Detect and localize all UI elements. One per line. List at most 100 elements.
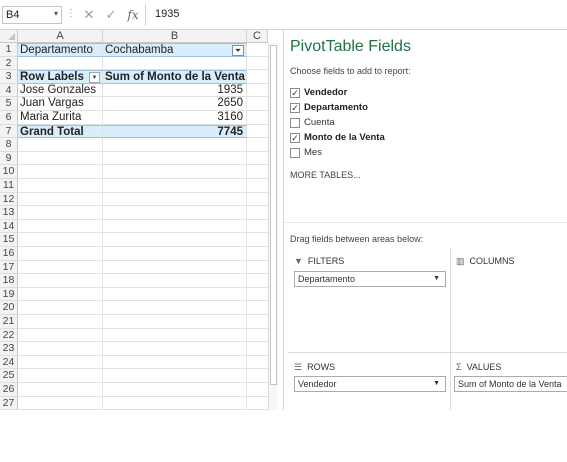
row-header[interactable]: 17 xyxy=(0,260,18,275)
more-tables-link[interactable]: MORE TABLES... xyxy=(290,170,361,180)
chevron-down-icon[interactable]: ▼ xyxy=(433,377,440,391)
chevron-down-icon[interactable]: ▾ xyxy=(54,9,58,18)
cancel-icon[interactable]: ✕ xyxy=(80,6,98,24)
row-header[interactable]: 10 xyxy=(0,165,18,179)
cell-c12[interactable] xyxy=(247,192,270,207)
cell-a26[interactable] xyxy=(18,383,103,397)
row-header[interactable]: 8 xyxy=(0,138,18,152)
filter-icon[interactable]: ⏷ xyxy=(232,45,244,56)
cell-b21[interactable] xyxy=(103,315,247,329)
row-header[interactable]: 26 xyxy=(0,383,18,397)
cell-a25[interactable] xyxy=(18,369,103,383)
cell-c1[interactable] xyxy=(247,43,270,57)
checkbox[interactable]: ✓ xyxy=(290,133,300,143)
column-header-c[interactable]: C xyxy=(247,30,268,43)
column-header-a[interactable]: A xyxy=(18,30,103,43)
cell-b23[interactable] xyxy=(103,342,247,356)
cell-b15[interactable] xyxy=(103,233,247,247)
row-header[interactable]: 5 xyxy=(0,97,18,111)
row-header[interactable]: 7 xyxy=(0,124,18,139)
scrollbar-thumb[interactable] xyxy=(270,45,277,385)
cell-a18[interactable] xyxy=(18,274,103,288)
row-header[interactable]: 4 xyxy=(0,83,18,98)
checkbox[interactable] xyxy=(290,118,300,128)
row-header[interactable]: 14 xyxy=(0,219,18,234)
row-header[interactable]: 3 xyxy=(0,70,18,84)
cell-c17[interactable] xyxy=(247,260,270,275)
filters-chip-departamento[interactable]: Departamento ▼ xyxy=(294,271,446,287)
cell-a19[interactable] xyxy=(18,287,103,302)
cell-b16[interactable] xyxy=(103,247,247,261)
checkbox[interactable]: ✓ xyxy=(290,103,300,113)
cell-b19[interactable] xyxy=(103,287,247,302)
insert-function-icon[interactable]: fx xyxy=(124,6,142,24)
cell-c9[interactable] xyxy=(247,151,270,166)
cell-b1[interactable]: Cochabamba ⏷ xyxy=(103,43,247,57)
cell-b18[interactable] xyxy=(103,274,247,288)
cell-b4[interactable]: 1935 xyxy=(103,83,247,98)
row-header[interactable]: 21 xyxy=(0,315,18,329)
cell-a22[interactable] xyxy=(18,328,103,343)
cell-a15[interactable] xyxy=(18,233,103,247)
cell-b6[interactable]: 3160 xyxy=(103,111,247,125)
cell-a12[interactable] xyxy=(18,192,103,207)
values-chip-sum-of-monto[interactable]: Sum of Monto de la Venta xyxy=(454,376,567,392)
cell-c27[interactable] xyxy=(247,396,270,410)
cell-c15[interactable] xyxy=(247,233,270,247)
cell-a17[interactable] xyxy=(18,260,103,275)
row-header[interactable]: 22 xyxy=(0,328,18,343)
cell-c4[interactable] xyxy=(247,83,270,98)
cell-c24[interactable] xyxy=(247,355,270,370)
cell-b12[interactable] xyxy=(103,192,247,207)
name-box[interactable]: B4 ▾ xyxy=(2,6,62,24)
cell-a13[interactable] xyxy=(18,206,103,220)
row-header[interactable]: 1 xyxy=(0,43,18,57)
cell-a21[interactable] xyxy=(18,315,103,329)
row-header[interactable]: 25 xyxy=(0,369,18,383)
cell-b22[interactable] xyxy=(103,328,247,343)
cell-a1[interactable]: Departamento xyxy=(18,43,103,57)
cell-b3[interactable]: Sum of Monto de la Venta xyxy=(103,70,247,84)
grip-icon[interactable]: ⋮ xyxy=(66,8,76,19)
cell-c13[interactable] xyxy=(247,206,270,220)
cell-b20[interactable] xyxy=(103,301,247,315)
cell-c5[interactable] xyxy=(247,97,270,111)
cell-c22[interactable] xyxy=(247,328,270,343)
cell-c18[interactable] xyxy=(247,274,270,288)
cell-b7[interactable]: 7745 xyxy=(103,124,247,139)
chevron-down-icon[interactable]: ▼ xyxy=(89,72,100,83)
worksheet-grid[interactable]: A B C 1 Departamento Cochabamba ⏷ 2 3 Row Labe… xyxy=(0,30,278,410)
enter-icon[interactable]: ✓ xyxy=(102,6,120,24)
cell-a20[interactable] xyxy=(18,301,103,315)
cell-a9[interactable] xyxy=(18,151,103,166)
cell-b14[interactable] xyxy=(103,219,247,234)
cell-a2[interactable] xyxy=(18,56,103,71)
cell-b10[interactable] xyxy=(103,165,247,179)
cell-c26[interactable] xyxy=(247,383,270,397)
row-header[interactable]: 27 xyxy=(0,396,18,410)
cell-b11[interactable] xyxy=(103,179,247,193)
checkbox[interactable] xyxy=(290,148,300,158)
cell-a14[interactable] xyxy=(18,219,103,234)
cell-b9[interactable] xyxy=(103,151,247,166)
cell-a24[interactable] xyxy=(18,355,103,370)
row-header[interactable]: 6 xyxy=(0,111,18,125)
cell-c7[interactable] xyxy=(247,124,270,139)
row-header[interactable]: 2 xyxy=(0,56,18,71)
cell-b24[interactable] xyxy=(103,355,247,370)
cell-b25[interactable] xyxy=(103,369,247,383)
row-header[interactable]: 13 xyxy=(0,206,18,220)
cell-a11[interactable] xyxy=(18,179,103,193)
cell-c21[interactable] xyxy=(247,315,270,329)
cell-a23[interactable] xyxy=(18,342,103,356)
column-header-b[interactable]: B xyxy=(103,30,247,43)
row-header[interactable]: 19 xyxy=(0,287,18,302)
row-header[interactable]: 16 xyxy=(0,247,18,261)
cell-b5[interactable]: 2650 xyxy=(103,97,247,111)
cell-c19[interactable] xyxy=(247,287,270,302)
cell-a5[interactable]: Juan Vargas xyxy=(18,97,103,111)
row-header[interactable]: 24 xyxy=(0,355,18,370)
row-header[interactable]: 15 xyxy=(0,233,18,247)
cell-c3[interactable] xyxy=(247,70,270,84)
cell-c25[interactable] xyxy=(247,369,270,383)
